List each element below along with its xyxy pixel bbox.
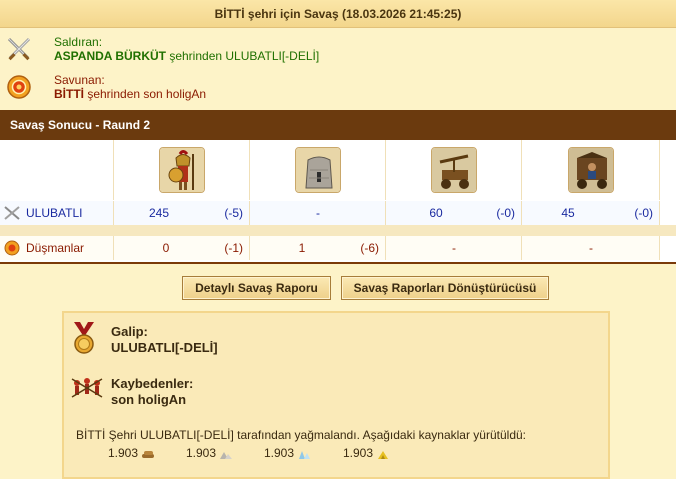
defender-row: Düşmanlar 0 (-1) 1 (-6) - -	[0, 236, 676, 260]
unit-loss: (-0)	[496, 206, 515, 220]
siege-ram-icon[interactable]	[567, 147, 614, 193]
table-bottom-divider	[0, 262, 676, 264]
unit-loss: (-5)	[224, 206, 243, 220]
attacker-description: ASPANDA BÜRKÜT şehrinden ULUBATLI[-DELİ]	[54, 49, 319, 63]
unit-count: -	[316, 206, 320, 220]
unit-count: -	[452, 241, 456, 255]
pillage-message: BİTTİ Şehri ULUBATLI[-DELİ] tarafından y…	[76, 428, 526, 442]
defender-city-name[interactable]: BİTTİ	[54, 87, 84, 101]
report-converter-button[interactable]: Savaş Raporları Dönüştürücüsü	[341, 276, 549, 300]
unit-loss: (-1)	[224, 241, 243, 255]
unit-count: -	[589, 241, 593, 255]
defender-role-label: Savunan:	[54, 73, 105, 87]
attacker-cell-3: 60 (-0)	[386, 201, 522, 225]
spearman-hoplite-icon[interactable]	[158, 147, 205, 193]
battle-result-header: Savaş Sonucu - Raund 2	[0, 110, 676, 140]
unit-count: 60	[429, 206, 443, 220]
unit-loss: (-6)	[360, 241, 379, 255]
unit-column-4	[522, 140, 660, 200]
defender-cell-4: -	[522, 236, 660, 260]
row-separator	[0, 225, 676, 236]
defender-cell-3: -	[386, 236, 522, 260]
attacker-info: Saldıran: ASPANDA BÜRKÜT şehrinden ULUBA…	[0, 32, 676, 72]
catapult-icon[interactable]	[430, 147, 477, 193]
attacker-city-name[interactable]: ASPANDA BÜRKÜT	[54, 49, 166, 63]
crossed-swords-icon	[3, 205, 21, 221]
defender-cell-1: 0 (-1)	[114, 236, 250, 260]
battle-title: BİTTİ şehri için Savaş (18.03.2026 21:45…	[0, 0, 676, 28]
winner-label: Galip:	[111, 324, 148, 339]
unit-count: 1	[298, 241, 306, 255]
resource-amount: 1.903	[186, 446, 217, 460]
attacker-suffix: şehrinden ULUBATLI[-DELİ]	[166, 49, 320, 63]
defender-row-label: Düşmanlar	[0, 236, 114, 260]
unit-count: 45	[561, 206, 575, 220]
wood-icon	[141, 449, 155, 459]
attacker-row: ULUBATLI 245 (-5) - 60 (-0) 45 (-0)	[0, 201, 676, 225]
attacker-cell-1: 245 (-5)	[114, 201, 250, 225]
attacker-cell-2: -	[250, 201, 386, 225]
winner-name[interactable]: ULUBATLI[-DELİ]	[111, 340, 218, 355]
unit-count: 0	[162, 241, 170, 255]
unit-loss: (-0)	[634, 206, 653, 220]
shield-emblem-icon	[6, 74, 32, 100]
attacker-name[interactable]: ULUBATLI	[26, 201, 82, 225]
resource-marble: 1.903	[186, 446, 233, 460]
resource-sulfur: 1.903	[343, 446, 390, 460]
resource-amount: 1.903	[343, 446, 374, 460]
attacker-role-label: Saldıran:	[54, 35, 103, 49]
marble-icon	[219, 449, 233, 459]
defender-description: BİTTİ şehrinden son holigAn	[54, 87, 206, 101]
unit-column-2	[250, 140, 386, 200]
unit-header-row	[0, 140, 676, 200]
stone-wall-icon[interactable]	[294, 147, 341, 193]
losers-label: Kaybedenler:	[111, 376, 194, 391]
losers-name[interactable]: son holigAn	[111, 392, 186, 407]
sulfur-icon	[376, 449, 390, 459]
unit-column-3	[386, 140, 522, 200]
attacker-row-label: ULUBATLI	[0, 201, 114, 225]
medal-icon	[70, 321, 98, 355]
unit-count: 245	[148, 206, 170, 220]
battle-outcome-box: Galip: ULUBATLI[-DELİ] Kaybedenler: son …	[62, 311, 610, 479]
attacker-cell-4: 45 (-0)	[522, 201, 660, 225]
crossed-swords-icon	[6, 36, 32, 62]
crystal-icon	[297, 449, 311, 459]
detailed-report-button[interactable]: Detaylı Savaş Raporu	[182, 276, 331, 300]
unit-column-1	[114, 140, 250, 200]
defeated-soldiers-icon	[70, 375, 104, 409]
resource-amount: 1.903	[108, 446, 139, 460]
defender-info: Savunan: BİTTİ şehrinden son holigAn	[0, 70, 676, 110]
battle-units-table: ULUBATLI 245 (-5) - 60 (-0) 45 (-0) Düşm…	[0, 140, 676, 264]
unit-header-empty	[0, 140, 114, 200]
resource-wood: 1.903	[108, 446, 155, 460]
shield-emblem-icon	[3, 240, 21, 256]
defender-name: Düşmanlar	[26, 241, 85, 255]
resource-amount: 1.903	[264, 446, 295, 460]
resource-crystal: 1.903	[264, 446, 311, 460]
defender-cell-2: 1 (-6)	[250, 236, 386, 260]
defender-suffix: şehrinden son holigAn	[84, 87, 207, 101]
